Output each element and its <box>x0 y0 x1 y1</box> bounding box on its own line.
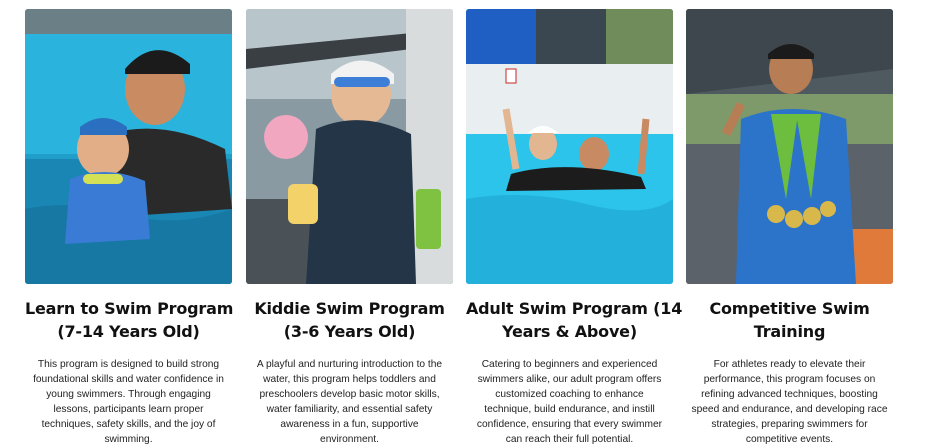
program-desc-line: performance, this program focuses on <box>703 374 876 385</box>
program-title-line: Years & Above) <box>502 322 637 341</box>
program-desc-line: customized coaching to enhance <box>495 389 644 400</box>
program-desc-line: environment. <box>320 434 379 445</box>
program-desc-line: swimming. <box>104 434 153 445</box>
program-desc-line: can reach their full potential. <box>505 434 634 445</box>
program-desc-line: awareness in a fun, supportive <box>280 419 419 430</box>
program-photo-competitive-swim <box>686 9 893 284</box>
program-photo-kiddie-swim <box>246 9 453 284</box>
program-title: Competitive Swim Training <box>686 297 893 343</box>
program-card-adult-swim: Adult Swim Program (14 Years & Above) Ca… <box>466 9 683 447</box>
program-desc-line: swimmers alike, our adult program offers <box>477 374 662 385</box>
program-title-line: Adult Swim Program (14 <box>466 299 683 318</box>
program-desc-line: technique, build endurance, and instill <box>484 404 655 415</box>
program-desc-line: competitive events. <box>745 434 834 445</box>
program-title-line: (3-6 Years Old) <box>283 322 416 341</box>
program-title: Kiddie Swim Program (3-6 Years Old) <box>246 297 453 343</box>
program-desc-line: strategies, preparing swimmers for <box>711 419 868 430</box>
program-desc-line: speed and endurance, and developing race <box>691 404 888 415</box>
program-desc-line: water, this program helps toddlers and <box>263 374 436 385</box>
program-description: For athletes ready to elevate their perf… <box>686 357 893 447</box>
program-card-competitive-swim: Competitive Swim Training For athletes r… <box>686 9 893 447</box>
program-desc-line: confidence, ensuring that every swimmer <box>476 419 663 430</box>
program-title-line: (7-14 Years Old) <box>57 322 200 341</box>
program-desc-line: This program is designed to build strong <box>37 359 220 370</box>
program-photo-learn-to-swim <box>25 9 232 284</box>
program-desc-line: young swimmers. Through engaging <box>46 389 211 400</box>
program-title-line: Competitive Swim <box>709 299 870 318</box>
program-title: Learn to Swim Program (7-14 Years Old) <box>25 297 234 343</box>
program-desc-line: techniques, safety skills, and the joy o… <box>41 419 216 430</box>
program-card-kiddie-swim: Kiddie Swim Program (3-6 Years Old) A pl… <box>246 9 453 447</box>
program-description: This program is designed to build strong… <box>25 357 232 447</box>
program-desc-line: For athletes ready to elevate their <box>713 359 866 370</box>
program-title: Adult Swim Program (14 Years & Above) <box>466 297 683 343</box>
program-desc-line: water familiarity, and essential safety <box>266 404 433 415</box>
program-title-line: Learn to Swim Program <box>25 299 234 318</box>
program-desc-line: A playful and nurturing introduction to … <box>256 359 443 370</box>
program-description: A playful and nurturing introduction to … <box>246 357 453 447</box>
program-desc-line: refining advanced techniques, boosting <box>701 389 878 400</box>
program-card-learn-to-swim: Learn to Swim Program (7-14 Years Old) T… <box>25 9 234 447</box>
program-desc-line: foundational skills and water confidence… <box>33 374 224 385</box>
program-desc-line: Catering to beginners and experienced <box>481 359 658 370</box>
program-title-line: Training <box>753 322 826 341</box>
program-desc-line: preschoolers develop basic motor skills, <box>259 389 440 400</box>
program-desc-line: lessons, participants learn proper <box>53 404 204 415</box>
program-photo-adult-swim <box>466 9 673 284</box>
program-title-line: Kiddie Swim Program <box>254 299 445 318</box>
program-description: Catering to beginners and experienced sw… <box>466 357 673 447</box>
